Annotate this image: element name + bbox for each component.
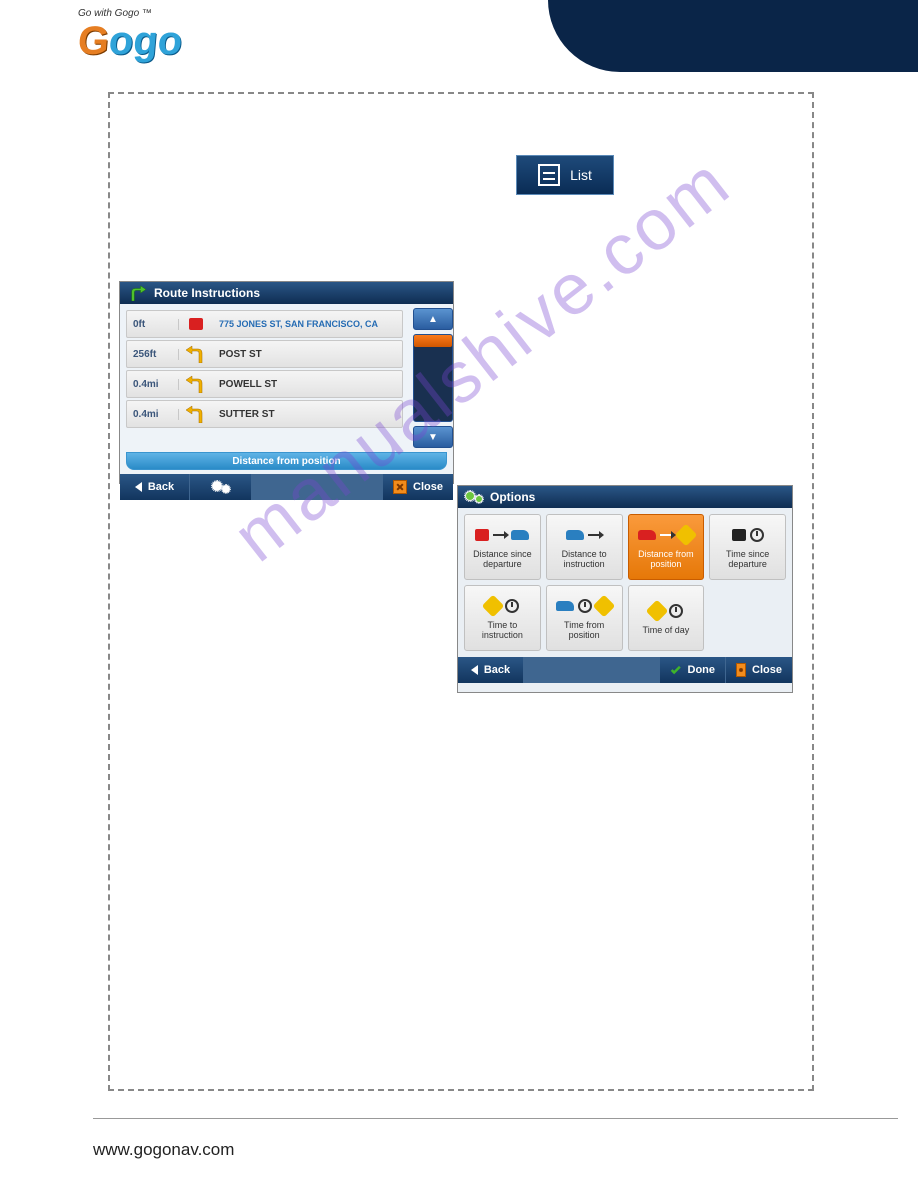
settings-button[interactable] xyxy=(190,474,252,500)
back-arrow-icon xyxy=(135,482,142,492)
close-icon xyxy=(393,480,407,494)
turn-right-icon xyxy=(128,285,146,301)
sign-icon xyxy=(482,595,505,618)
scroll-thumb[interactable] xyxy=(414,335,452,347)
logo-text-g: G xyxy=(76,19,111,64)
route-row-distance: 0.4mi xyxy=(127,409,179,420)
scroll-track[interactable] xyxy=(413,334,453,422)
car-icon xyxy=(556,601,574,611)
car-icon xyxy=(511,530,529,540)
arrow-icon xyxy=(588,534,602,536)
list-button[interactable]: List xyxy=(516,155,614,195)
route-row-name: SUTTER ST xyxy=(213,409,402,420)
route-scrollbar: ▲ ▼ xyxy=(409,304,453,452)
gear-icon xyxy=(213,482,229,492)
footer-divider xyxy=(93,1118,898,1119)
list-button-label: List xyxy=(570,167,592,183)
option-label: Time to instruction xyxy=(467,621,538,641)
clock-icon xyxy=(505,599,519,613)
turn-left-icon xyxy=(179,375,213,393)
bar-spacer xyxy=(524,657,660,683)
options-panel-title-bar: Options xyxy=(458,486,792,508)
back-label: Back xyxy=(484,664,510,676)
flag-icon xyxy=(475,529,489,541)
back-label: Back xyxy=(148,481,174,493)
back-button[interactable]: Back xyxy=(120,474,190,500)
sign-icon xyxy=(646,600,669,623)
option-time-to-instruction[interactable]: Time to instruction xyxy=(464,585,541,651)
route-panel-title-bar: Route Instructions xyxy=(120,282,453,304)
close-button[interactable]: Close xyxy=(726,657,792,683)
route-instructions-list: 0ft 775 JONES ST, SAN FRANCISCO, CA 256f… xyxy=(120,304,409,452)
route-row-distance: 0.4mi xyxy=(127,379,179,390)
turn-left-icon xyxy=(179,345,213,363)
option-label: Time from position xyxy=(549,621,620,641)
brand-logo: Go with Gogo ™ Gogo xyxy=(78,8,238,70)
option-label: Distance to instruction xyxy=(549,550,620,570)
destination-flag-icon xyxy=(179,318,213,330)
flag-icon xyxy=(732,529,746,541)
list-icon xyxy=(538,164,560,186)
close-label: Close xyxy=(752,664,782,676)
route-mode-label: Distance from position xyxy=(126,452,447,470)
option-label: Distance since departure xyxy=(467,550,538,570)
option-label: Distance from position xyxy=(631,550,702,570)
close-label: Close xyxy=(413,481,443,493)
sign-icon xyxy=(675,524,698,547)
route-instructions-panel: Route Instructions 0ft 775 JONES ST, SAN… xyxy=(119,281,454,484)
route-row-distance: 256ft xyxy=(127,349,179,360)
gear-icon xyxy=(466,492,482,502)
car-icon xyxy=(566,530,584,540)
route-panel-title: Route Instructions xyxy=(154,286,260,300)
option-time-from-position[interactable]: Time from position xyxy=(546,585,623,651)
route-row[interactable]: 256ft POST ST xyxy=(126,340,403,368)
back-button[interactable]: Back xyxy=(458,657,524,683)
options-grid: Distance since departure Distance to ins… xyxy=(458,508,792,657)
option-distance-since-departure[interactable]: Distance since departure xyxy=(464,514,541,580)
option-distance-to-instruction[interactable]: Distance to instruction xyxy=(546,514,623,580)
footer-url: www.gogonav.com xyxy=(93,1140,234,1160)
back-arrow-icon xyxy=(471,665,478,675)
car-icon xyxy=(638,530,656,540)
arrow-icon xyxy=(660,534,674,536)
route-row-name: POST ST xyxy=(213,349,402,360)
route-row[interactable]: 0.4mi SUTTER ST xyxy=(126,400,403,428)
options-panel-title: Options xyxy=(490,490,535,504)
bar-spacer xyxy=(252,474,383,500)
close-icon xyxy=(736,663,746,677)
scroll-up-button[interactable]: ▲ xyxy=(413,308,453,330)
options-bottom-bar: Back Done Close xyxy=(458,657,792,683)
logo-tagline: Go with Gogo ™ xyxy=(78,8,238,19)
route-bottom-bar: Back Close xyxy=(120,474,453,500)
scroll-down-button[interactable]: ▼ xyxy=(413,426,453,448)
logo-text-ogo: ogo xyxy=(107,19,184,64)
route-row[interactable]: 0ft 775 JONES ST, SAN FRANCISCO, CA xyxy=(126,310,403,338)
done-label: Done xyxy=(688,664,716,676)
clock-icon xyxy=(578,599,592,613)
option-time-of-day[interactable]: Time of day xyxy=(628,585,705,651)
route-row-name: POWELL ST xyxy=(213,379,402,390)
close-button[interactable]: Close xyxy=(383,474,453,500)
route-row-distance: 0ft xyxy=(127,319,179,330)
turn-left-icon xyxy=(179,405,213,423)
route-row[interactable]: 0.4mi POWELL ST xyxy=(126,370,403,398)
options-panel: Options Distance since departure Distanc… xyxy=(457,485,793,693)
sign-icon xyxy=(593,595,616,618)
clock-icon xyxy=(669,604,683,618)
option-label: Time since departure xyxy=(712,550,783,570)
header-curve xyxy=(548,0,918,72)
option-label: Time of day xyxy=(643,626,690,636)
arrow-icon xyxy=(493,534,507,536)
done-button[interactable]: Done xyxy=(660,657,726,683)
route-row-name: 775 JONES ST, SAN FRANCISCO, CA xyxy=(213,319,402,329)
clock-icon xyxy=(750,528,764,542)
check-icon xyxy=(670,663,682,677)
option-distance-from-position[interactable]: Distance from position xyxy=(628,514,705,580)
option-time-since-departure[interactable]: Time since departure xyxy=(709,514,786,580)
